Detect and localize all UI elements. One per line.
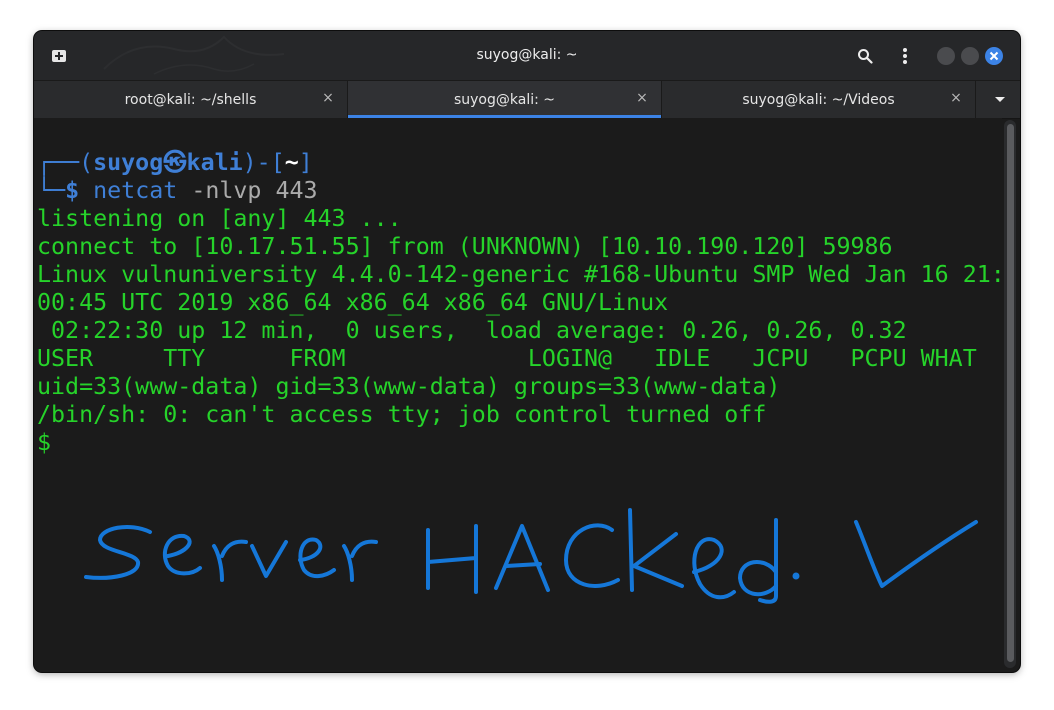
- handwritten-annotation: [84, 508, 978, 604]
